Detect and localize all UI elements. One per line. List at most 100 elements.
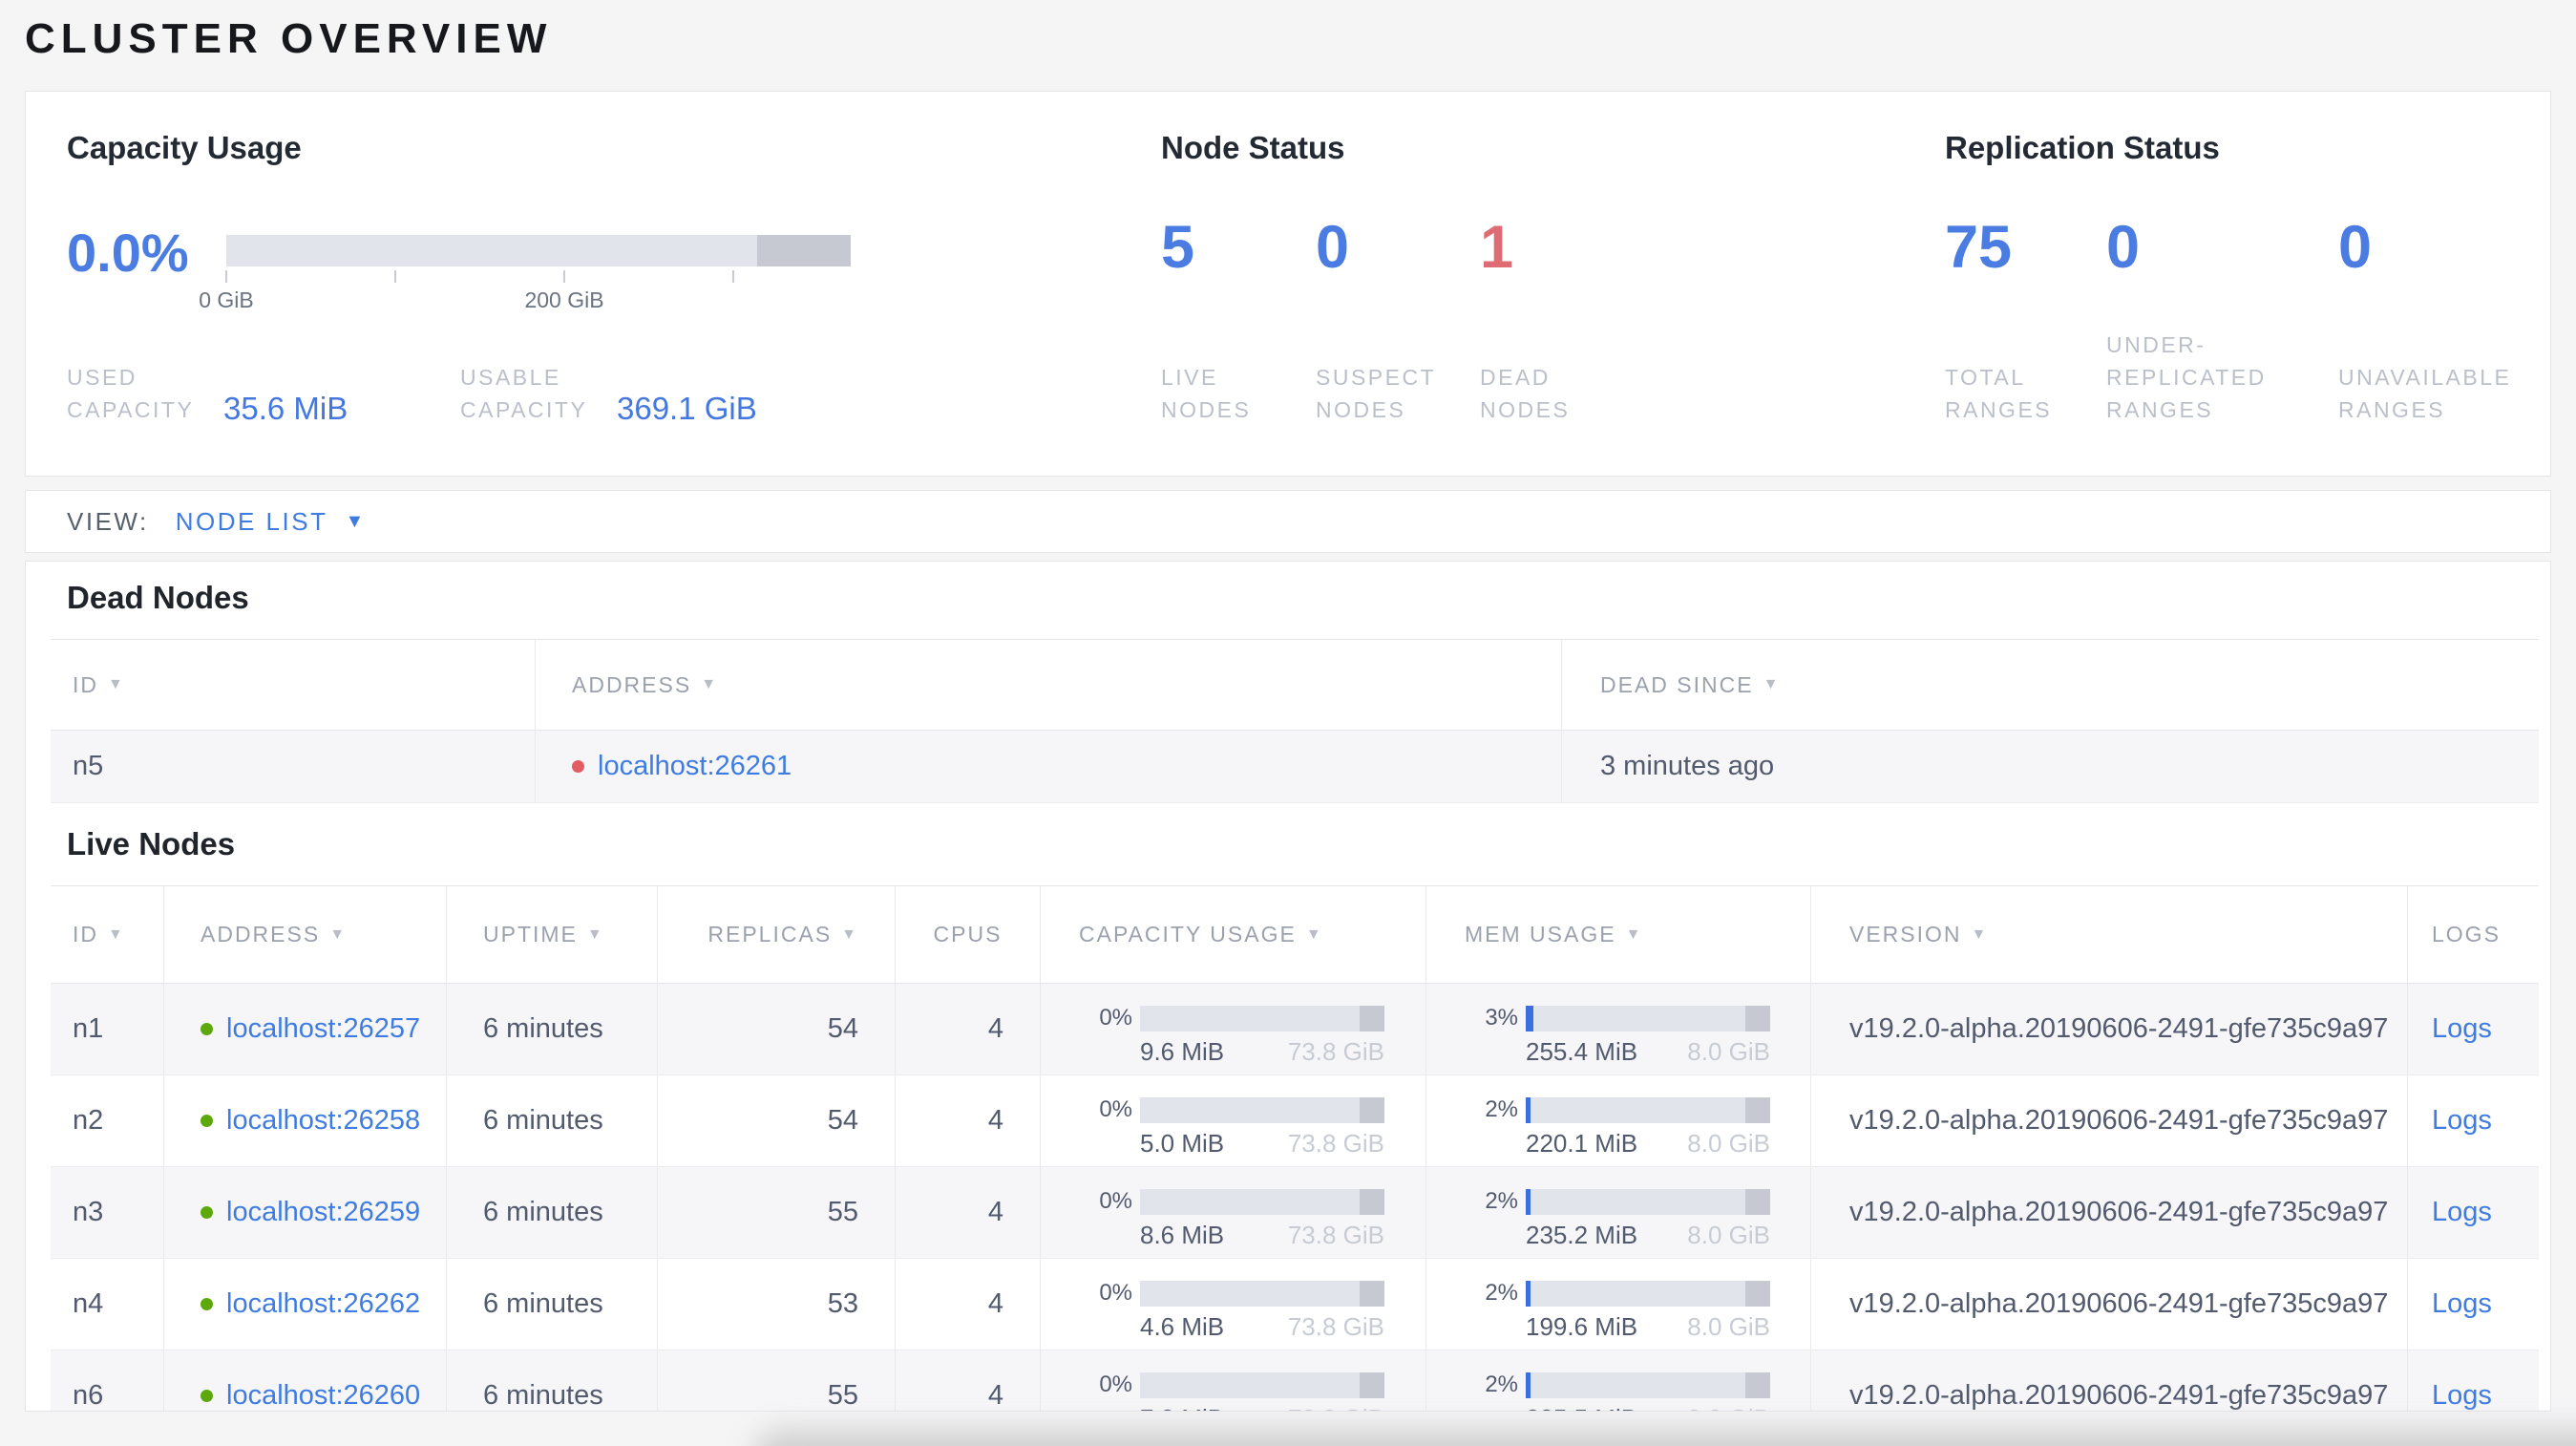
mem-total-value: 8.0 GiB (1687, 1312, 1770, 1341)
capacity-stats: USED CAPACITY 35.6 MiB USABLE CAPACITY 3… (67, 361, 854, 426)
live-node-replicas: 55 (658, 1350, 896, 1411)
live-node-memory-cell: 2% 220.1 MiB 8.0 GiB (1426, 1075, 1811, 1166)
dead-col-header-dead-since[interactable]: DEAD SINCE ▼ (1562, 640, 2539, 730)
live-node-version: v19.2.0-alpha.20190606-2491-gfe735c9a97 (1811, 984, 2408, 1074)
live-col-header-version[interactable]: VERSION ▼ (1811, 886, 2408, 983)
mem-usage-widget: 2% 220.1 MiB 8.0 GiB (1465, 1083, 1770, 1159)
under-replicated-ranges-label: UNDER-REPLICATED RANGES (2106, 332, 2267, 422)
dead-nodes-body: n5 localhost:26261 3 minutes ago (51, 731, 2539, 803)
live-node-logs-cell: Logs (2408, 1167, 2539, 1258)
capacity-used-value: 7.8 MiB (1140, 1404, 1224, 1411)
live-node-capacity-cell: 0% 5.0 MiB 73.8 GiB (1041, 1075, 1426, 1166)
capacity-bar-dark-segment (756, 235, 851, 266)
live-col-header-cpus[interactable]: CPUS (896, 886, 1041, 983)
capacity-usage-widget: 0% 9.6 MiB 73.8 GiB (1079, 991, 1384, 1067)
tick-label: 200 GiB (524, 287, 604, 312)
capacity-usage-bar (1140, 1096, 1384, 1123)
live-node-address-link[interactable]: localhost:26260 (226, 1380, 420, 1411)
mem-usage-bar (1526, 1372, 1770, 1398)
capacity-bar-track (226, 235, 851, 266)
sort-arrow-icon: ▼ (1625, 925, 1643, 943)
live-node-memory-cell: 2% 199.6 MiB 8.0 GiB (1426, 1259, 1811, 1350)
suspect-nodes-count: 0 (1316, 214, 1350, 281)
suspect-nodes-label: SUSPECT NODES (1316, 365, 1436, 422)
capacity-usage-bar (1140, 1005, 1384, 1031)
nodes-panel: Dead Nodes ID ▼ ADDRESS ▼ DEAD SINCE ▼ n… (25, 561, 2551, 1412)
live-node-row: n3 localhost:26259 6 minutes 55 4 0% 8.6… (51, 1167, 2539, 1259)
dead-col-header-address[interactable]: ADDRESS ▼ (536, 640, 1562, 730)
logs-link[interactable]: Logs (2432, 1105, 2492, 1137)
mem-total-value: 8.0 GiB (1687, 1037, 1770, 1066)
live-col-header-mem-usage[interactable]: MEM USAGE ▼ (1426, 886, 1811, 983)
live-node-id: n1 (51, 984, 164, 1074)
capacity-bar-dark-segment (1360, 1280, 1384, 1307)
capacity-total-value: 73.8 GiB (1288, 1404, 1384, 1411)
mem-percent-label: 3% (1485, 1005, 1518, 1031)
mem-percent-label: 2% (1485, 1280, 1518, 1306)
live-node-address-link[interactable]: localhost:26262 (226, 1288, 420, 1320)
live-node-address-cell: localhost:26262 (164, 1259, 447, 1350)
live-status-dot-icon (201, 1298, 213, 1310)
live-col-header-address[interactable]: ADDRESS ▼ (164, 886, 447, 983)
live-col-header-uptime[interactable]: UPTIME ▼ (447, 886, 658, 983)
live-status-dot-icon (201, 1115, 213, 1127)
live-node-capacity-cell: 0% 4.6 MiB 73.8 GiB (1041, 1259, 1426, 1350)
capacity-usage-widget: 0% 4.6 MiB 73.8 GiB (1079, 1266, 1384, 1342)
mem-usage-widget: 2% 199.6 MiB 8.0 GiB (1465, 1266, 1770, 1342)
view-selector-dropdown[interactable]: NODE LIST ▼ (176, 507, 367, 537)
tick-mark (225, 270, 227, 283)
mem-usage-bar (1526, 1188, 1770, 1215)
tick-label: 0 GiB (199, 287, 254, 312)
mem-bar-dark-segment (1745, 1096, 1770, 1123)
capacity-usage-bar (1140, 1372, 1384, 1398)
live-node-address-link[interactable]: localhost:26258 (226, 1105, 420, 1137)
live-node-address-link[interactable]: localhost:26257 (226, 1013, 420, 1045)
total-ranges-label: TOTAL RANGES (1945, 365, 2053, 422)
capacity-bar-dark-segment (1360, 1096, 1384, 1123)
capacity-used-value: 4.6 MiB (1140, 1312, 1225, 1341)
live-node-address-cell: localhost:26260 (164, 1350, 447, 1411)
dead-node-address-link[interactable]: localhost:26261 (598, 751, 792, 782)
capacity-total-value: 73.8 GiB (1287, 1312, 1384, 1341)
sort-arrow-icon: ▼ (1763, 676, 1781, 692)
view-label: VIEW: (67, 506, 149, 536)
mem-used-value: 235.2 MiB (1526, 1221, 1638, 1249)
capacity-percent-label: 0% (1099, 1372, 1132, 1397)
live-col-header-id[interactable]: ID ▼ (51, 886, 164, 983)
window-bottom-shadow (754, 1430, 2576, 1446)
live-node-replicas: 55 (658, 1167, 896, 1258)
node-status-title: Node Status (1161, 130, 1345, 165)
live-node-memory-cell: 2% 235.2 MiB 8.0 GiB (1426, 1167, 1811, 1258)
logs-link[interactable]: Logs (2432, 1013, 2492, 1045)
sort-arrow-icon: ▼ (329, 925, 348, 943)
mem-usage-bar (1526, 1280, 1770, 1307)
live-nodes-table: ID ▼ ADDRESS ▼ UPTIME ▼ REPLICAS ▼ CPUS (51, 885, 2539, 1411)
live-node-memory-cell: 2% 225.5 MiB 8.0 GiB (1426, 1350, 1811, 1411)
capacity-usage-widget: 0% 7.8 MiB 73.8 GiB (1079, 1358, 1384, 1411)
mem-percent-label: 2% (1485, 1188, 1518, 1214)
live-col-header-capacity-usage[interactable]: CAPACITY USAGE ▼ (1041, 886, 1426, 983)
dead-col-header-id[interactable]: ID ▼ (51, 640, 536, 730)
live-node-version: v19.2.0-alpha.20190606-2491-gfe735c9a97 (1811, 1167, 2408, 1258)
used-capacity-label: USED CAPACITY (67, 365, 195, 422)
live-node-version: v19.2.0-alpha.20190606-2491-gfe735c9a97 (1811, 1350, 2408, 1411)
capacity-bar-dark-segment (1360, 1372, 1384, 1398)
logs-link[interactable]: Logs (2432, 1380, 2492, 1411)
dead-node-dead-since: 3 minutes ago (1600, 751, 1775, 781)
live-col-header-replicas[interactable]: REPLICAS ▼ (658, 886, 896, 983)
live-node-address-link[interactable]: localhost:26259 (226, 1197, 420, 1228)
mem-total-value: 8.0 GiB (1687, 1129, 1770, 1158)
capacity-usage-title: Capacity Usage (67, 130, 302, 165)
capacity-total-value: 73.8 GiB (1287, 1037, 1384, 1066)
dead-nodes-table: ID ▼ ADDRESS ▼ DEAD SINCE ▼ n5 localhost… (51, 639, 2539, 803)
capacity-usage-widget: 0% 8.6 MiB 73.8 GiB (1079, 1175, 1384, 1250)
live-node-address-cell: localhost:26259 (164, 1167, 447, 1258)
logs-link[interactable]: Logs (2432, 1197, 2492, 1228)
live-node-cpus: 4 (896, 1259, 1041, 1350)
live-node-replicas: 54 (658, 984, 896, 1074)
live-node-id: n2 (51, 1075, 164, 1166)
mem-bar-fill (1526, 1096, 1531, 1123)
live-node-logs-cell: Logs (2408, 984, 2539, 1074)
view-selected-value: NODE LIST (175, 506, 328, 536)
logs-link[interactable]: Logs (2432, 1288, 2492, 1320)
